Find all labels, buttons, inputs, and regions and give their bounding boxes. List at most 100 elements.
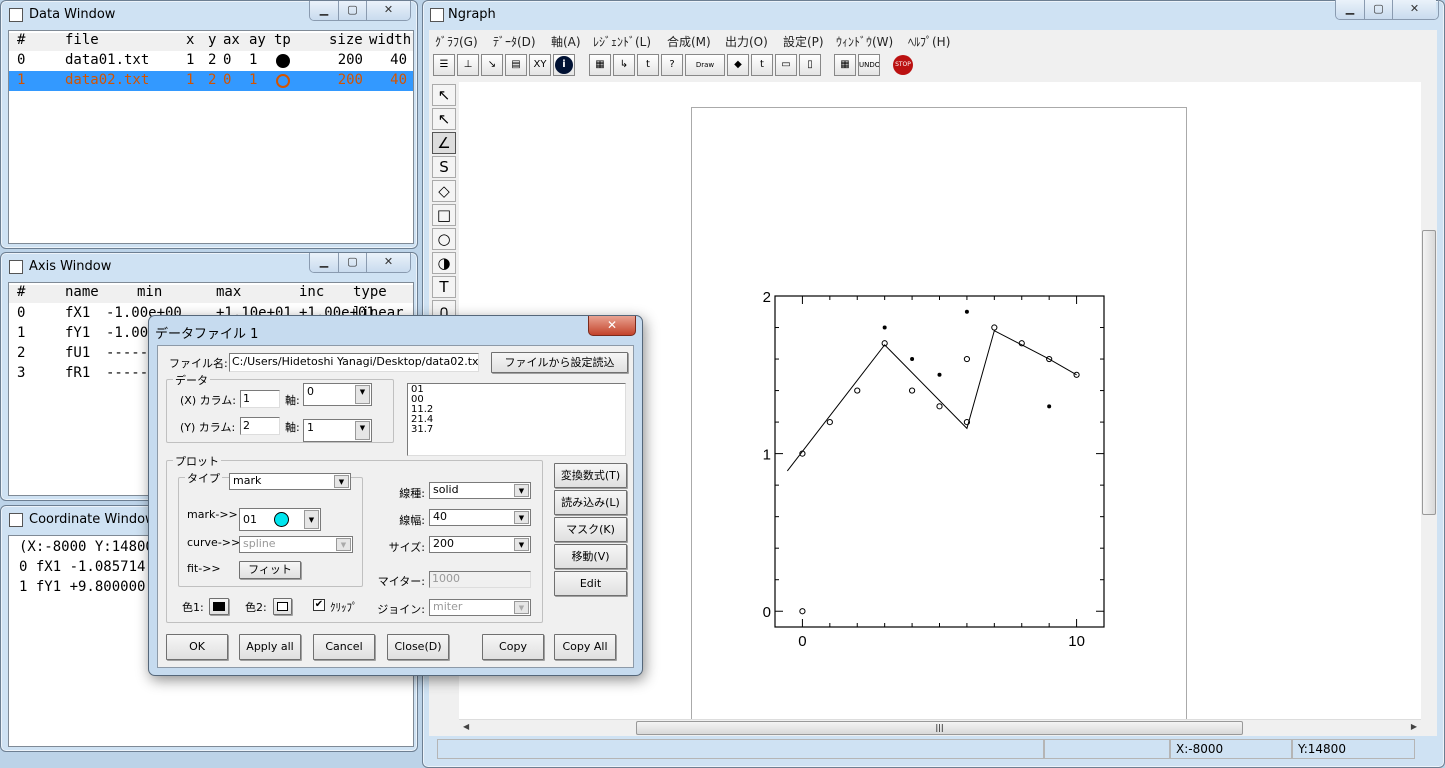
info-button[interactable]: i — [553, 54, 575, 76]
scrollbar-thumb[interactable] — [1422, 230, 1436, 515]
dialog-button[interactable]: Copy — [482, 634, 544, 660]
table-row[interactable]: 1 data02.txt 1 2 0 1 200 40 — [9, 71, 413, 91]
print-icon: ▭ — [781, 59, 791, 70]
menu-item[interactable]: ｳｨﾝﾄﾞｳ(W) — [836, 33, 893, 50]
dialog-button[interactable]: OK — [166, 634, 228, 660]
dialog-button[interactable]: Copy All — [554, 634, 616, 660]
preview-line: 01 — [411, 384, 424, 395]
minimize-button[interactable]: ▁ — [1336, 0, 1364, 19]
close-button[interactable]: ✕ — [366, 253, 410, 272]
fit-button[interactable]: フィット — [239, 561, 301, 579]
dialog-button[interactable]: Close(D) — [387, 634, 449, 660]
horizontal-scrollbar[interactable]: ◀ ||| ▶ — [459, 719, 1421, 735]
draw-icon: Draw — [695, 61, 715, 69]
file-name-input[interactable]: C:/Users/Hidetoshi Yanagi/Desktop/data02… — [229, 353, 479, 372]
dialog-button[interactable]: Cancel — [313, 634, 375, 660]
scroll-right-icon[interactable]: ▶ — [1411, 722, 1417, 731]
dialog-button[interactable]: Apply all — [239, 634, 301, 660]
maximize-button[interactable]: ▢ — [338, 253, 366, 272]
vertical-scrollbar[interactable] — [1421, 82, 1437, 719]
close-button[interactable]: ✕ — [1392, 0, 1436, 19]
data-preview-list[interactable]: 01 00 11.2 21.4 31.7 — [407, 383, 626, 456]
text-pointer-tool[interactable]: ↖ — [432, 108, 456, 130]
y-axis-select[interactable]: 1 ▼ — [303, 419, 372, 442]
axis-window-button[interactable]: ↳ — [613, 54, 635, 76]
circle-tool[interactable]: ○ — [432, 228, 456, 250]
undo-button[interactable]: UNDO — [858, 54, 880, 76]
menu-item[interactable]: ﾍﾙﾌﾟ(H) — [908, 33, 950, 50]
menu-item[interactable]: 軸(A) — [551, 33, 581, 50]
side-button[interactable]: 読み込み(L) — [554, 490, 627, 515]
menu-item[interactable]: 設定(P) — [783, 33, 824, 50]
scrollbar-thumb[interactable]: ||| — [636, 721, 1243, 735]
data-point — [882, 325, 887, 330]
print-button[interactable]: ▭ — [775, 54, 797, 76]
join-select[interactable]: miter ▼ — [429, 599, 531, 616]
file-list-button[interactable]: ☰ — [433, 54, 455, 76]
line-type-select[interactable]: solid ▼ — [429, 482, 531, 499]
miter-input[interactable]: 1000 — [429, 571, 531, 588]
close-button[interactable]: ✕ — [366, 1, 410, 20]
menu-item[interactable]: 合成(M) — [667, 33, 711, 50]
stop-button[interactable]: STOP — [892, 54, 914, 76]
y-tick-label: 0 — [763, 604, 771, 621]
text-tool[interactable]: T — [432, 276, 456, 298]
size-select[interactable]: 200 ▼ — [429, 536, 531, 553]
pointer-tool[interactable]: ↖ — [432, 84, 456, 106]
load-settings-button[interactable]: ファイルから設定読込 — [491, 352, 628, 373]
side-button[interactable]: マスク(K) — [554, 517, 627, 542]
data-window-icon: ▦ — [595, 59, 605, 70]
type-select[interactable]: mark ▼ — [229, 473, 351, 490]
curve-select[interactable]: spline ▼ — [239, 536, 353, 553]
curve-label: curve->> — [187, 536, 241, 549]
color2-button[interactable] — [273, 598, 292, 615]
rectangle-tool[interactable]: □ — [432, 204, 456, 226]
calculator-button[interactable]: ▦ — [834, 54, 856, 76]
data-list[interactable]: # file x y ax ay tp size width 0 data01.txt 1 2 0 1 200… — [8, 30, 414, 244]
clip-checkbox[interactable]: ✔ — [313, 599, 325, 611]
table-row[interactable]: 0 data01.txt 1 2 0 1 200 40 — [9, 51, 413, 71]
x-column-input[interactable]: 1 — [240, 390, 280, 408]
data-file-dialog: データファイル 1 ✕ ファイル名: C:/Users/Hidetoshi Ya… — [148, 315, 643, 676]
line-width-label: 線幅: — [399, 514, 425, 527]
menu-item[interactable]: ﾚｼﾞｪﾝﾄﾞ(L) — [593, 33, 651, 50]
maximize-button[interactable]: ▢ — [338, 1, 366, 20]
draw-button[interactable]: Draw — [685, 54, 725, 76]
mark-select[interactable]: 01 ▼ — [239, 508, 321, 531]
legend-window-button[interactable]: t — [637, 54, 659, 76]
x-axis-select[interactable]: 0 ▼ — [303, 383, 372, 406]
help-axis-button[interactable]: ? — [661, 54, 683, 76]
scroll-left-icon[interactable]: ◀ — [463, 722, 469, 731]
cell-size: 200 — [337, 72, 363, 88]
column-header: x — [186, 32, 195, 48]
undo-icon: UNDO — [859, 61, 880, 69]
side-button[interactable]: 移動(V) — [554, 544, 627, 569]
menu-item[interactable]: ｸﾞﾗﾌ(G) — [435, 33, 478, 50]
merge-button[interactable]: ▤ — [505, 54, 527, 76]
data-window-button[interactable]: ▦ — [589, 54, 611, 76]
line-width-select[interactable]: 40 ▼ — [429, 509, 531, 526]
chevron-down-icon: ▼ — [514, 484, 529, 497]
y-column-input[interactable]: 2 — [240, 417, 280, 435]
text-frame-button[interactable]: t — [751, 54, 773, 76]
curve-tool[interactable]: S — [432, 156, 456, 178]
color1-button[interactable] — [209, 598, 229, 615]
chevron-down-icon: ▼ — [336, 538, 351, 551]
selected-value: miter — [433, 600, 463, 613]
line-tool[interactable]: ∠ — [432, 132, 456, 154]
minimize-button[interactable]: ▁ — [310, 253, 338, 272]
coordinate-button[interactable]: XY — [529, 54, 551, 76]
menu-item[interactable]: 出力(O) — [725, 33, 768, 50]
clear-button[interactable]: ◆ — [727, 54, 749, 76]
side-button[interactable]: 変換数式(T) — [554, 463, 627, 488]
side-button[interactable]: Edit — [554, 571, 627, 596]
window-button[interactable]: ▯ — [799, 54, 821, 76]
legend-button[interactable]: ↘ — [481, 54, 503, 76]
minimize-button[interactable]: ▁ — [310, 1, 338, 20]
axis-button[interactable]: ⊥ — [457, 54, 479, 76]
menu-item[interactable]: ﾃﾞｰﾀ(D) — [493, 33, 536, 50]
mark-tool[interactable]: ◑ — [432, 252, 456, 274]
maximize-button[interactable]: ▢ — [1364, 0, 1392, 19]
legend-icon: ↘ — [487, 59, 497, 70]
polygon-tool[interactable]: ◇ — [432, 180, 456, 202]
